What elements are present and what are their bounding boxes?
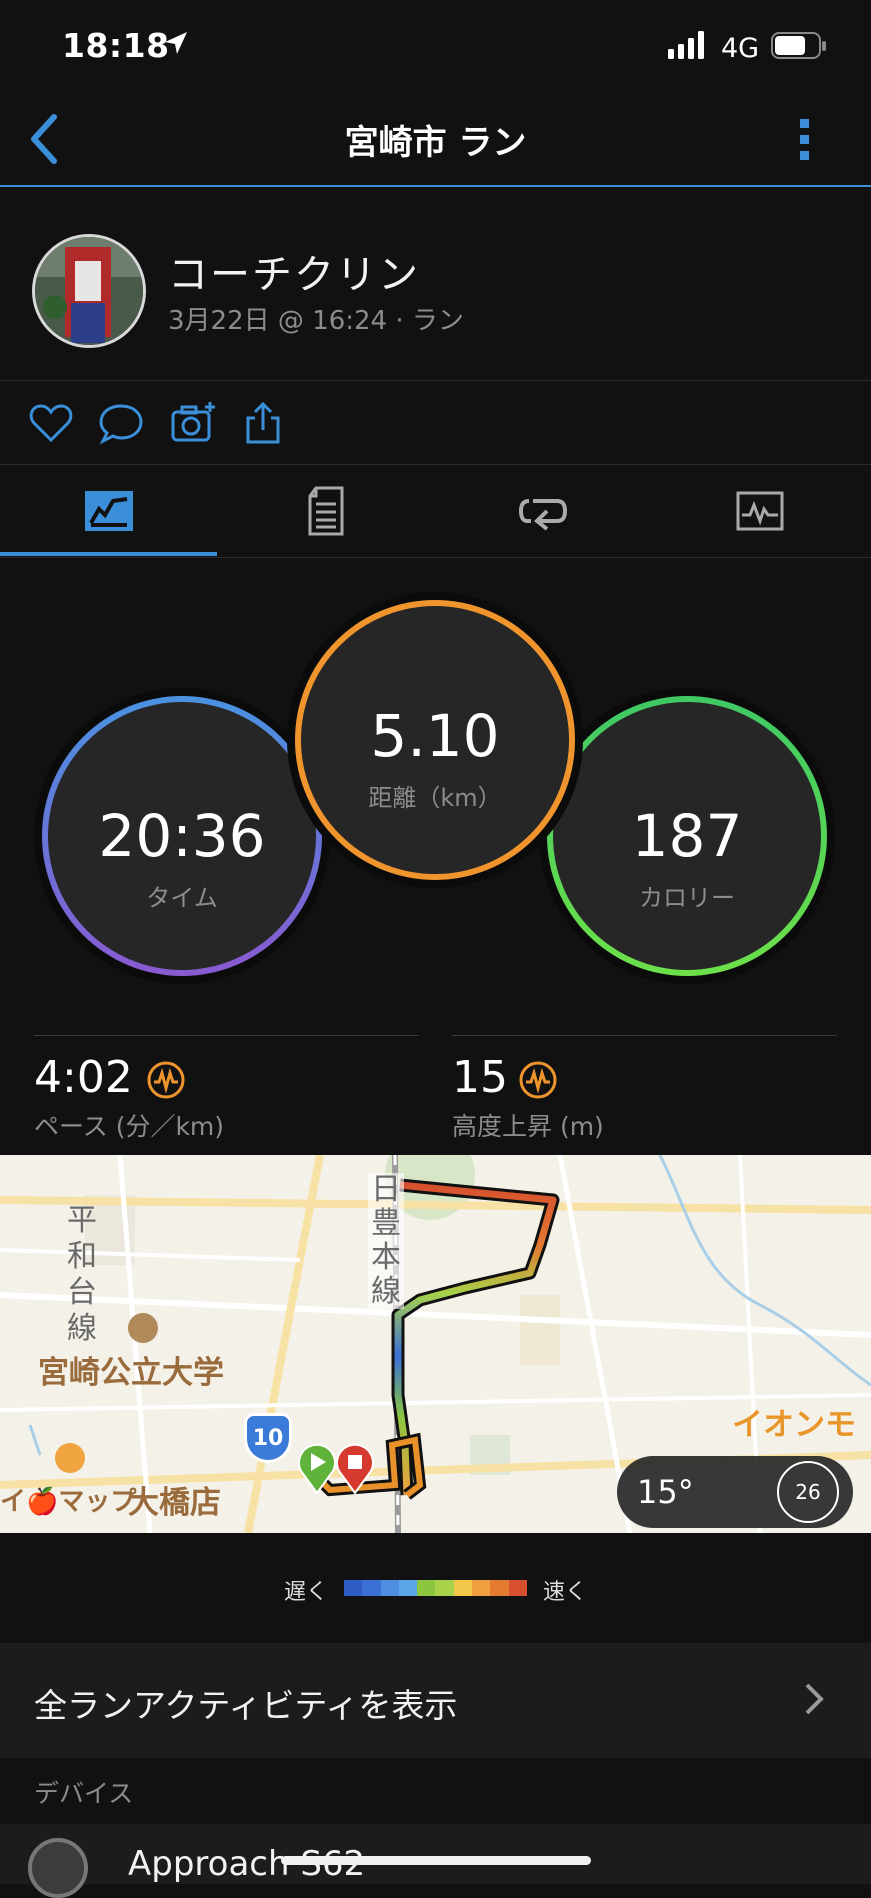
avatar[interactable] [32, 234, 146, 348]
page-title: 宮崎市 ラン [344, 123, 527, 163]
legend-swatch [472, 1580, 491, 1596]
road-label: 平和台線 [67, 1203, 97, 1346]
divider [0, 380, 871, 381]
laps-loop-icon [518, 499, 567, 531]
stats-list-icon [308, 486, 343, 536]
chevron-right-icon [805, 1683, 824, 1715]
university-label: 宮崎公立大学 [38, 1355, 224, 1391]
pace-label: ペース (分／km) [34, 1112, 225, 1141]
legend-swatch [435, 1580, 454, 1596]
devices-heading: デバイス [34, 1779, 134, 1808]
calories-value: 187 [631, 802, 743, 870]
legend-swatch [380, 1580, 399, 1596]
more-menu-icon[interactable] [790, 111, 820, 171]
location-arrow-icon [165, 32, 187, 54]
activity-date: 3月22日 @ 16:24 · ラン [168, 306, 464, 336]
tab-overview[interactable] [0, 465, 217, 557]
pace-value: 4:02 [34, 1052, 133, 1103]
pace-badge-icon[interactable] [146, 1060, 186, 1100]
distance-stat-circle[interactable]: 5.10 距離（km） [287, 592, 583, 888]
legend-fast-label: 速く [543, 1580, 588, 1605]
tab-charts[interactable] [651, 465, 868, 557]
charts-waveform-icon [736, 491, 783, 531]
show-all-activities-button[interactable]: 全ランアクティビティを表示 [0, 1643, 871, 1758]
distance-label: 距離（km） [368, 784, 502, 812]
shopping-icon [55, 1443, 85, 1473]
elevation-value: 15 [452, 1052, 508, 1103]
tab-active-indicator [0, 552, 217, 556]
pace-color-legend [344, 1580, 527, 1596]
store-left-label: イ🍎マップ [0, 1487, 137, 1517]
legend-swatch [362, 1580, 381, 1596]
school-icon [128, 1313, 158, 1343]
user-name[interactable]: コーチクリン [168, 242, 420, 300]
finish-marker-icon[interactable] [334, 1441, 376, 1495]
legend-swatch [453, 1580, 473, 1596]
device-row[interactable]: Approach S62 [0, 1824, 871, 1898]
tab-stats[interactable] [217, 465, 434, 557]
legend-swatch [508, 1580, 527, 1596]
wind-indicator: 26 [777, 1461, 839, 1523]
home-indicator[interactable] [281, 1856, 591, 1865]
wind-speed: 26 [795, 1480, 821, 1504]
legend-slow-label: 遅く [284, 1580, 329, 1605]
store-label: 大橋店 [128, 1485, 221, 1521]
tab-laps[interactable] [434, 465, 651, 557]
watch-icon [28, 1838, 88, 1898]
add-photo-icon[interactable] [170, 400, 216, 446]
legend-swatch [398, 1580, 418, 1596]
overview-chart-icon [84, 491, 133, 531]
divider [34, 1035, 419, 1036]
legend-swatch [490, 1580, 509, 1596]
store-right-label: イオンモ [732, 1407, 856, 1443]
comment-icon[interactable] [98, 400, 144, 446]
legend-swatch [417, 1580, 436, 1596]
nav-header: 宮崎市 ラン [0, 95, 871, 187]
show-all-activities-label: 全ランアクティビティを表示 [34, 1686, 458, 1725]
battery-icon [771, 32, 826, 59]
highway-shield: 10 [244, 1413, 292, 1463]
start-marker-icon[interactable] [296, 1441, 338, 1495]
tab-bar [0, 465, 871, 558]
legend-swatch [344, 1580, 363, 1596]
calories-stat-circle[interactable]: 187 カロリー [539, 688, 835, 984]
share-icon[interactable] [240, 400, 286, 446]
like-heart-icon[interactable] [28, 400, 74, 446]
temperature: 15° [637, 1473, 694, 1511]
weather-pill[interactable]: 15° 26 [617, 1456, 853, 1528]
distance-value: 5.10 [370, 702, 500, 770]
time-label: タイム [146, 884, 218, 912]
calories-label: カロリー [639, 884, 735, 912]
divider [452, 1035, 837, 1036]
time-value: 20:36 [98, 802, 266, 870]
network-label: 4G [721, 33, 760, 64]
clock: 18:18 [62, 26, 170, 65]
elevation-label: 高度上昇 (m) [452, 1112, 604, 1141]
elevation-badge-icon[interactable] [518, 1060, 558, 1100]
time-stat-circle[interactable]: 20:36 タイム [34, 688, 330, 984]
status-bar: 18:18 4G [0, 0, 871, 95]
signal-icon [668, 31, 704, 59]
rail-line-label: 日豊本線 [368, 1173, 404, 1309]
